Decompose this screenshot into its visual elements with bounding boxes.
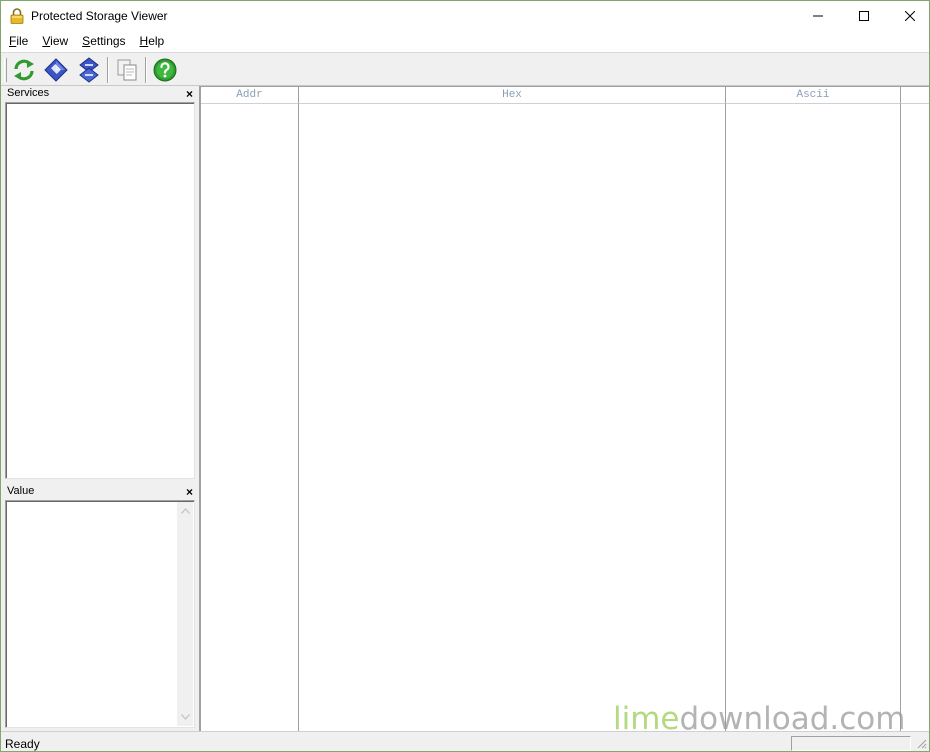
copy-button[interactable] (113, 56, 141, 84)
menu-settings[interactable]: Settings (75, 31, 132, 52)
minimize-icon (813, 15, 823, 17)
value-scrollbar[interactable] (177, 502, 193, 726)
maximize-icon (859, 11, 869, 21)
app-window: Protected Storage Viewer File View Setti… (0, 0, 930, 752)
menu-settings-accel: S (82, 34, 91, 48)
services-pane-close-button[interactable]: × (186, 86, 193, 102)
minimize-button[interactable] (795, 1, 841, 31)
watermark-brand: lime (613, 701, 680, 737)
refresh-button[interactable] (10, 56, 38, 84)
export-button[interactable] (42, 56, 70, 84)
watermark-logo: limedownload.com (613, 701, 905, 737)
export-icon (44, 58, 68, 82)
refresh-icon (14, 59, 34, 81)
column-header-hex[interactable]: Hex (299, 87, 726, 104)
toolbar-grip[interactable] (4, 58, 7, 82)
menu-file-label: ile (16, 34, 29, 48)
value-pane-title: Value (7, 485, 35, 497)
help-button[interactable] (151, 56, 179, 84)
hex-view[interactable]: Addr Hex Ascii (199, 86, 929, 731)
value-pane-close-button[interactable]: × (186, 484, 193, 500)
menu-help-label: elp (148, 34, 165, 48)
title-bar[interactable]: Protected Storage Viewer (1, 1, 929, 31)
menu-help-accel: H (139, 34, 149, 48)
column-header-ascii[interactable]: Ascii (726, 87, 901, 104)
toolbar (1, 52, 929, 86)
maximize-button[interactable] (841, 1, 887, 31)
sort-button[interactable] (75, 56, 103, 84)
watermark-domain: download.com (679, 701, 906, 737)
menu-view-label: iew (50, 34, 69, 48)
column-header-addr[interactable]: Addr (201, 87, 299, 104)
menu-file[interactable]: File (2, 31, 35, 52)
scroll-up-icon[interactable] (180, 506, 190, 516)
resize-grip-icon[interactable] (915, 737, 927, 749)
toolbar-separator (145, 57, 147, 83)
menu-bar: File View Settings Help (1, 31, 929, 52)
padlock-icon (10, 8, 24, 24)
services-pane-header: Services × (3, 86, 197, 103)
menu-settings-label: ettings (90, 34, 126, 48)
column-divider (725, 104, 726, 731)
menu-help[interactable]: Help (133, 31, 172, 52)
column-header-filler (901, 87, 929, 104)
close-icon (905, 11, 915, 21)
column-divider (298, 104, 299, 731)
help-icon (153, 58, 177, 82)
toolbar-separator (107, 57, 109, 83)
status-text: Ready (5, 737, 40, 751)
copy-icon (117, 59, 137, 81)
scroll-down-icon[interactable] (180, 712, 190, 722)
close-button[interactable] (887, 1, 930, 31)
services-pane-title: Services (7, 87, 50, 99)
services-tree[interactable] (5, 102, 195, 479)
status-panel (791, 736, 911, 751)
value-textbox[interactable] (5, 500, 195, 728)
column-divider (900, 104, 901, 731)
menu-view-accel: V (42, 34, 51, 48)
menu-view[interactable]: View (35, 31, 75, 52)
sort-icon (79, 57, 99, 83)
window-title: Protected Storage Viewer (31, 9, 168, 23)
value-pane-header: Value × (3, 484, 197, 501)
